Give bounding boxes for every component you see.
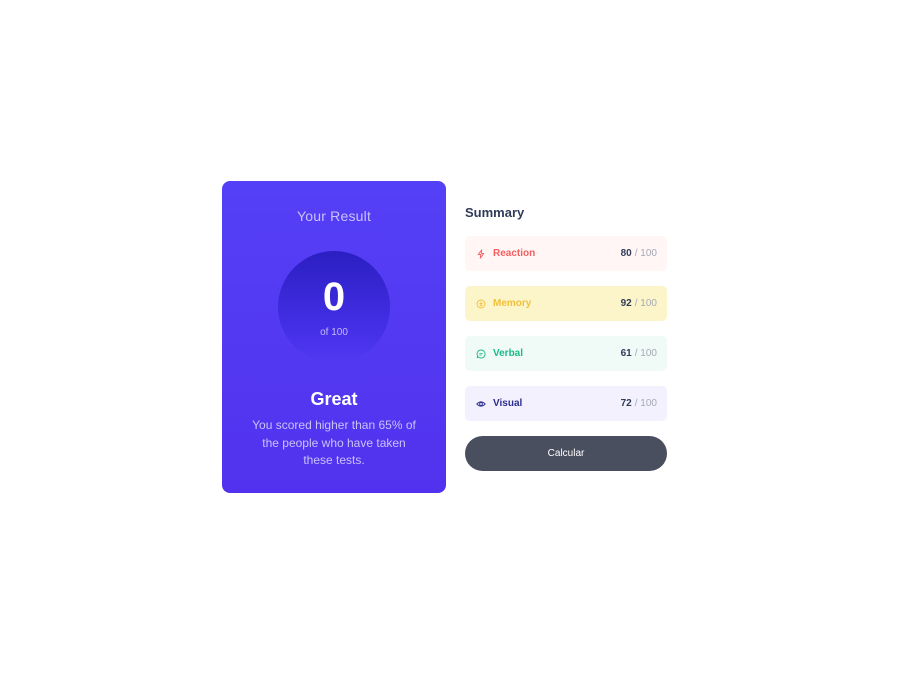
results-page: Your Result 0 of 100 Great You scored hi… xyxy=(0,0,900,675)
result-description: You scored higher than 65% of the people… xyxy=(252,418,416,467)
summary-item-label: Reaction xyxy=(493,248,536,259)
calculate-button[interactable]: Calcular xyxy=(465,436,667,471)
summary-item-reaction: Reaction 80 / 100 xyxy=(465,236,667,271)
summary-item-max: / 100 xyxy=(634,298,657,309)
score-circle: 0 of 100 xyxy=(278,251,390,363)
chat-bubble-icon xyxy=(475,348,487,360)
eye-icon xyxy=(475,398,487,410)
summary-panel: Summary Reaction 80 / 100 Memory 92 / 10… xyxy=(465,205,667,471)
score-value: 0 xyxy=(322,275,346,319)
summary-item-memory: Memory 92 / 100 xyxy=(465,286,667,321)
summary-item-visual: Visual 72 / 100 xyxy=(465,386,667,421)
brain-icon xyxy=(475,298,487,310)
summary-item-score: 92 xyxy=(620,298,632,309)
grade-heading: Great xyxy=(310,389,358,409)
summary-item-max: / 100 xyxy=(634,398,657,409)
lightning-icon xyxy=(475,248,487,260)
score-max: of 100 xyxy=(320,327,348,338)
summary-item-label: Memory xyxy=(493,298,532,309)
summary-item-max: / 100 xyxy=(634,348,657,359)
result-card: Your Result 0 of 100 Great You scored hi… xyxy=(222,181,446,493)
result-title: Your Result xyxy=(296,208,372,224)
summary-item-max: / 100 xyxy=(634,248,657,259)
summary-item-score: 61 xyxy=(620,348,632,359)
summary-item-score: 72 xyxy=(620,398,632,409)
summary-item-score: 80 xyxy=(620,248,632,259)
summary-item-verbal: Verbal 61 / 100 xyxy=(465,336,667,371)
summary-item-label: Visual xyxy=(493,398,523,409)
summary-title: Summary xyxy=(465,205,525,220)
summary-item-label: Verbal xyxy=(493,348,524,359)
